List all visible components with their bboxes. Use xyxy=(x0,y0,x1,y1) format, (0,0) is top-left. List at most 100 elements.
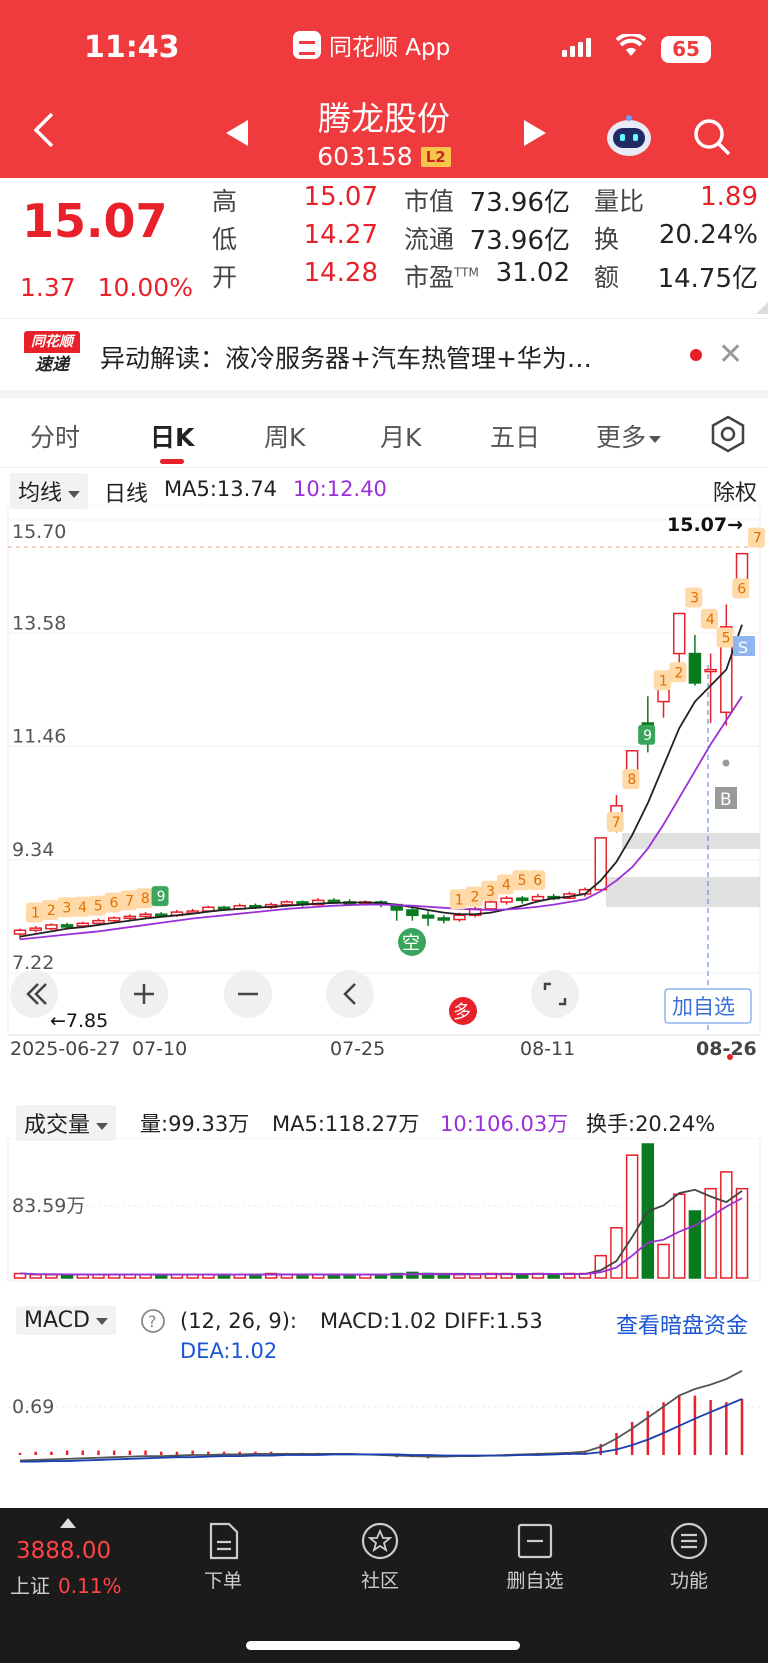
divider xyxy=(0,390,768,398)
candle-body xyxy=(13,929,27,935)
tab-intraday[interactable]: 分时 xyxy=(30,418,80,454)
chevron-down-icon xyxy=(96,1122,109,1130)
count-marker-label: 9 xyxy=(643,728,652,744)
candle-body xyxy=(437,917,451,921)
last-price-tag: 15.07→ xyxy=(667,514,743,536)
dark-pool-link[interactable]: 查看暗盘资金 xyxy=(616,1308,748,1340)
news-banner[interactable]: 同花顺 速递 异动解读：液冷服务器+汽车热管理+华为… ✕ xyxy=(0,318,768,390)
float-label: 流通 xyxy=(404,225,455,254)
fullscreen-button[interactable] xyxy=(531,970,579,1018)
volume-selector[interactable]: 成交量 xyxy=(16,1105,117,1141)
help-icon[interactable]: ? xyxy=(140,1308,166,1334)
cellular-signal-icon xyxy=(562,38,591,57)
nav-order-label: 下单 xyxy=(203,1570,242,1592)
ma-selector[interactable]: 均线 xyxy=(10,473,89,509)
robot-assistant-icon[interactable] xyxy=(604,114,654,158)
quote-panel: 15.07 1.37 10.00% 高 15.07 低 14.27 开 14.2… xyxy=(0,178,768,318)
candle-body xyxy=(60,924,74,928)
chevron-down-icon xyxy=(95,1317,108,1325)
count-marker-label: 3 xyxy=(486,884,495,900)
candle-body xyxy=(92,919,105,925)
close-news-button[interactable]: ✕ xyxy=(718,337,743,372)
macd-y-label: 0.69 xyxy=(12,1396,54,1418)
news-headline[interactable]: 异动解读：液冷服务器+汽车热管理+华为… xyxy=(100,339,660,375)
change-pct: 10.00% xyxy=(97,273,193,302)
support-zone xyxy=(622,833,760,849)
volume-bar xyxy=(594,1254,607,1279)
low-value: 14.27 xyxy=(303,220,378,250)
volume-bar xyxy=(29,1273,42,1279)
candle-body xyxy=(406,909,419,917)
index-label[interactable]: 上证 0.11% xyxy=(10,1570,122,1599)
tab-more-label: 更多 xyxy=(596,423,647,452)
candle-body xyxy=(76,922,90,927)
caret-up-icon xyxy=(60,1518,76,1528)
dea-value: DEA:1.02 xyxy=(180,1339,278,1363)
volume-bar xyxy=(657,1243,670,1279)
candle-body xyxy=(594,837,607,891)
macd-histogram xyxy=(18,1394,744,1459)
candle-body xyxy=(516,897,529,902)
home-indicator[interactable] xyxy=(246,1641,520,1650)
dea-line xyxy=(20,1398,743,1463)
next-stock-button[interactable] xyxy=(524,120,546,146)
status-app-indicator[interactable]: 同花顺 App xyxy=(293,28,450,62)
tab-more[interactable]: 更多 xyxy=(596,418,662,454)
adjust-toggle[interactable]: 除权 xyxy=(713,475,757,507)
candle-body xyxy=(29,927,42,932)
nav-remove-watchlist[interactable]: 删自选 xyxy=(490,1522,580,1593)
candle-body xyxy=(453,914,466,921)
candle-body xyxy=(280,901,294,906)
open-label: 开 xyxy=(212,263,238,292)
macd-selector[interactable]: MACD xyxy=(16,1306,116,1335)
period-label: 日线 xyxy=(104,482,149,507)
min-price-tag: ←7.85 xyxy=(50,1010,108,1032)
volume-ma10: 10:106.03万 xyxy=(440,1112,569,1136)
tab-daily-k[interactable]: 日K xyxy=(150,418,194,454)
tab-five-day[interactable]: 五日 xyxy=(490,418,540,454)
count-marker-label: 5 xyxy=(518,873,527,889)
kline-chart[interactable]: 15.7013.5811.469.347.22 1 2 3 4 5 6 7 8 1 2 3 4 5 678… xyxy=(0,505,768,1065)
count-marker-label: 6 xyxy=(737,581,746,597)
pe-label-text: 市盈 xyxy=(404,263,455,292)
count-marker-label: 7 xyxy=(753,531,762,547)
zoom-out-all-button[interactable] xyxy=(10,970,58,1018)
nav-order[interactable]: 下单 xyxy=(178,1522,268,1593)
diff-line xyxy=(19,1370,743,1462)
volume-bar xyxy=(610,1227,623,1279)
pe-value: 31.02 xyxy=(495,258,570,288)
count-marker-label: 8 xyxy=(141,891,150,907)
volume-bar xyxy=(468,1273,482,1279)
macd-chart[interactable]: 0.69 xyxy=(0,1365,768,1485)
candle-body xyxy=(123,915,137,920)
tab-weekly-k[interactable]: 周K xyxy=(264,418,305,454)
count-marker-label: 6 xyxy=(109,896,118,912)
volume-chart[interactable]: 83.59万 xyxy=(0,1138,768,1283)
chart-settings-icon[interactable] xyxy=(708,414,748,454)
count-marker-label: 1 xyxy=(659,673,668,689)
x-tick-label: 08-26 xyxy=(696,1038,757,1060)
kline-x-axis: 2025-06-27 07-10 07-25 08-11 08-26 xyxy=(8,1034,760,1060)
wifi-icon xyxy=(616,34,646,56)
high-label: 高 xyxy=(212,187,238,216)
expand-corner[interactable] xyxy=(756,302,768,314)
amount-label: 额 xyxy=(594,263,620,292)
candle-body xyxy=(484,901,498,910)
battery-icon: 65 xyxy=(661,36,711,63)
count-marker-label: 4 xyxy=(78,900,87,916)
unread-dot-icon xyxy=(690,349,702,361)
amount-value: 14.75亿 xyxy=(657,264,758,294)
nav-community[interactable]: 社区 xyxy=(335,1522,425,1593)
l2-badge[interactable]: L2 xyxy=(420,146,451,167)
scroll-left-button[interactable] xyxy=(326,970,374,1018)
y-tick-label: 11.46 xyxy=(12,726,66,748)
index-value[interactable]: 3888.00 xyxy=(16,1538,111,1564)
turnover-label: 换 xyxy=(594,225,620,254)
tab-monthly-k[interactable]: 月K xyxy=(380,418,421,454)
high-value: 15.07 xyxy=(303,182,378,212)
search-icon[interactable] xyxy=(692,117,732,157)
candle-body xyxy=(688,652,702,684)
news-logo: 同花顺 速递 xyxy=(24,331,80,379)
nav-functions[interactable]: 功能 xyxy=(644,1522,734,1593)
volume-bar xyxy=(688,1210,702,1279)
